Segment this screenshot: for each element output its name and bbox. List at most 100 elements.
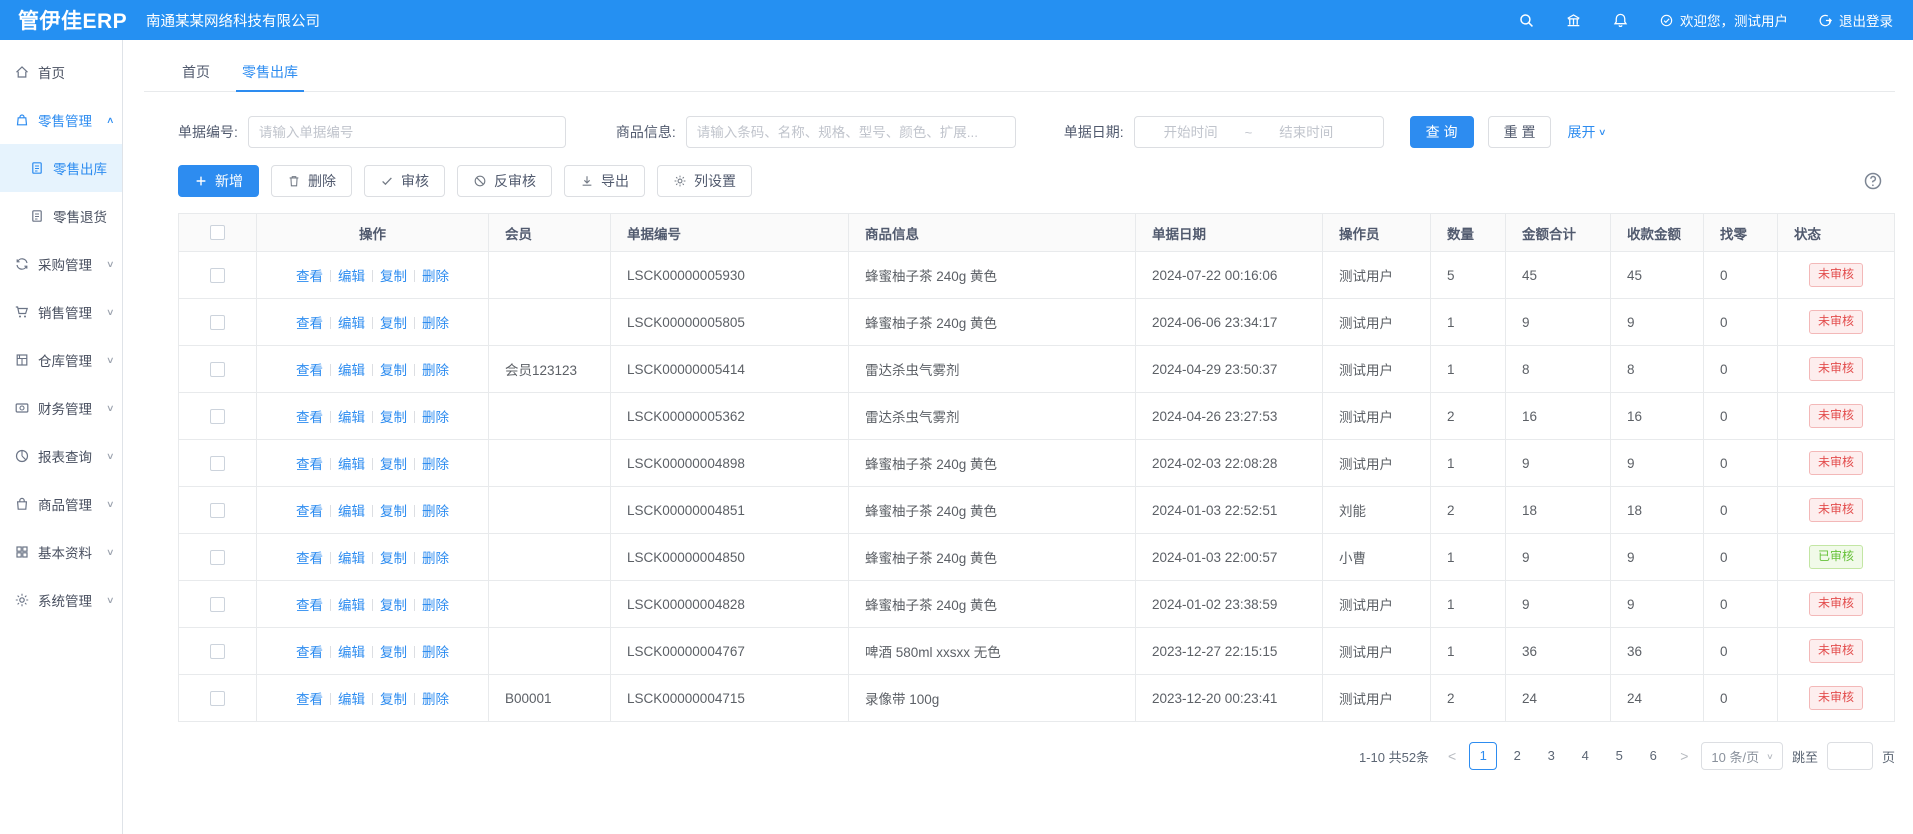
add-button[interactable]: 新增 [178, 165, 259, 197]
page-size-select[interactable]: 10 条/页 ∨ [1701, 742, 1783, 770]
row-checkbox[interactable] [210, 550, 225, 565]
row-action-copy[interactable]: 复制 [380, 269, 407, 284]
help-icon[interactable] [1863, 171, 1883, 191]
page-number-4[interactable]: 4 [1571, 742, 1599, 770]
delete-button[interactable]: 删除 [271, 165, 352, 197]
row-action-view[interactable]: 查看 [296, 504, 323, 519]
row-action-copy[interactable]: 复制 [380, 504, 407, 519]
row-action-view[interactable]: 查看 [296, 410, 323, 425]
row-action-edit[interactable]: 编辑 [338, 598, 365, 613]
row-action-edit[interactable]: 编辑 [338, 457, 365, 472]
sidebar-item-3[interactable]: 零售退货 [0, 192, 122, 240]
prev-page-icon[interactable]: < [1444, 748, 1460, 764]
search-icon[interactable] [1518, 12, 1535, 29]
row-checkbox[interactable] [210, 409, 225, 424]
row-action-delete[interactable]: 删除 [422, 692, 449, 707]
sidebar-item-4[interactable]: 采购管理∨ [0, 240, 122, 288]
row-action-copy[interactable]: 复制 [380, 410, 407, 425]
tab-0[interactable]: 首页 [166, 55, 226, 91]
row-action-delete[interactable]: 删除 [422, 504, 449, 519]
row-checkbox[interactable] [210, 268, 225, 283]
expand-link[interactable]: 展开 ∨ [1567, 122, 1606, 142]
row-action-edit[interactable]: 编辑 [338, 551, 365, 566]
page-number-1[interactable]: 1 [1469, 742, 1497, 770]
tab-1[interactable]: 零售出库 [226, 55, 314, 91]
sidebar-item-0[interactable]: 首页 [0, 48, 122, 96]
sidebar-item-2[interactable]: 零售出库 [0, 144, 122, 192]
order-no-input[interactable] [248, 116, 566, 148]
row-action-delete[interactable]: 删除 [422, 598, 449, 613]
page-number-5[interactable]: 5 [1605, 742, 1633, 770]
row-action-copy[interactable]: 复制 [380, 598, 407, 613]
row-action-edit[interactable]: 编辑 [338, 692, 365, 707]
row-action-copy[interactable]: 复制 [380, 645, 407, 660]
row-checkbox[interactable] [210, 503, 225, 518]
page-number-6[interactable]: 6 [1639, 742, 1667, 770]
date-end-input[interactable] [1256, 125, 1356, 140]
row-action-view[interactable]: 查看 [296, 645, 323, 660]
column-settings-button[interactable]: 列设置 [657, 165, 752, 197]
page-number-3[interactable]: 3 [1537, 742, 1565, 770]
sidebar-item-5[interactable]: 销售管理∨ [0, 288, 122, 336]
row-action-delete[interactable]: 删除 [422, 363, 449, 378]
row-actions: 查看编辑复制删除 [257, 628, 489, 675]
row-checkbox[interactable] [210, 456, 225, 471]
row-action-edit[interactable]: 编辑 [338, 410, 365, 425]
select-all-checkbox[interactable] [210, 225, 225, 240]
date-start-input[interactable] [1141, 125, 1241, 140]
row-checkbox[interactable] [210, 691, 225, 706]
row-action-copy[interactable]: 复制 [380, 316, 407, 331]
search-button[interactable]: 查 询 [1410, 116, 1474, 148]
expand-text: 展开 [1567, 122, 1595, 142]
audit-button[interactable]: 审核 [364, 165, 445, 197]
reset-button[interactable]: 重 置 [1488, 116, 1552, 148]
row-action-view[interactable]: 查看 [296, 457, 323, 472]
cell-change: 0 [1704, 346, 1778, 393]
next-page-icon[interactable]: > [1676, 748, 1692, 764]
welcome-user[interactable]: 欢迎您，测试用户 [1659, 10, 1788, 30]
row-action-delete[interactable]: 删除 [422, 457, 449, 472]
row-action-view[interactable]: 查看 [296, 363, 323, 378]
sidebar-item-8[interactable]: 报表查询∨ [0, 432, 122, 480]
export-button[interactable]: 导出 [564, 165, 645, 197]
jump-page-input[interactable] [1827, 742, 1873, 770]
row-checkbox[interactable] [210, 315, 225, 330]
sidebar-item-7[interactable]: 财务管理∨ [0, 384, 122, 432]
row-action-delete[interactable]: 删除 [422, 269, 449, 284]
sidebar-item-11[interactable]: 系统管理∨ [0, 576, 122, 624]
page-number-2[interactable]: 2 [1503, 742, 1531, 770]
row-action-copy[interactable]: 复制 [380, 363, 407, 378]
row-action-view[interactable]: 查看 [296, 316, 323, 331]
chevron-up-icon: ∧ [106, 115, 115, 126]
row-action-edit[interactable]: 编辑 [338, 504, 365, 519]
row-action-delete[interactable]: 删除 [422, 316, 449, 331]
row-action-view[interactable]: 查看 [296, 551, 323, 566]
row-action-delete[interactable]: 删除 [422, 410, 449, 425]
bell-icon[interactable] [1612, 12, 1629, 29]
row-action-edit[interactable]: 编辑 [338, 645, 365, 660]
row-action-copy[interactable]: 复制 [380, 692, 407, 707]
row-action-delete[interactable]: 删除 [422, 645, 449, 660]
row-checkbox[interactable] [210, 597, 225, 612]
sidebar-item-10[interactable]: 基本资料∨ [0, 528, 122, 576]
row-action-edit[interactable]: 编辑 [338, 363, 365, 378]
row-action-view[interactable]: 查看 [296, 269, 323, 284]
product-info-input[interactable] [686, 116, 1016, 148]
row-action-edit[interactable]: 编辑 [338, 316, 365, 331]
sidebar-item-9[interactable]: 商品管理∨ [0, 480, 122, 528]
row-checkbox[interactable] [210, 362, 225, 377]
date-range-picker[interactable]: ~ [1134, 116, 1384, 148]
logout-button[interactable]: 退出登录 [1818, 10, 1893, 30]
row-action-view[interactable]: 查看 [296, 692, 323, 707]
row-action-edit[interactable]: 编辑 [338, 269, 365, 284]
row-checkbox[interactable] [210, 644, 225, 659]
cell-operator: 测试用户 [1323, 628, 1431, 675]
row-action-copy[interactable]: 复制 [380, 551, 407, 566]
unaudit-button[interactable]: 反审核 [457, 165, 552, 197]
row-action-view[interactable]: 查看 [296, 598, 323, 613]
sidebar-item-6[interactable]: 仓库管理∨ [0, 336, 122, 384]
row-action-delete[interactable]: 删除 [422, 551, 449, 566]
row-action-copy[interactable]: 复制 [380, 457, 407, 472]
sidebar-item-1[interactable]: 零售管理∧ [0, 96, 122, 144]
building-icon[interactable] [1565, 12, 1582, 29]
